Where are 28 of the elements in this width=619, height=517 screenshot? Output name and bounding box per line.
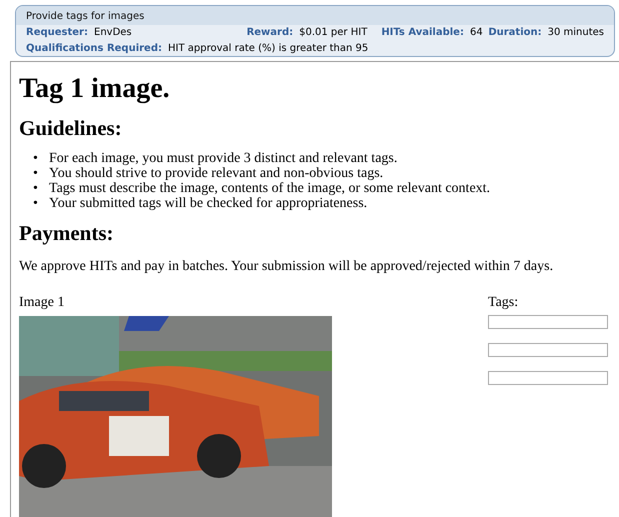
image-caption: Image 1 xyxy=(19,294,66,311)
payments-text: We approve HITs and pay in batches. Your submission will be approved/rejected within 7 days. xyxy=(19,258,554,276)
guideline-item: For each image, you must provide 3 distinct and relevant tags. xyxy=(49,150,398,166)
guideline-item: Your submitted tags will be checked for appropriateness. xyxy=(49,196,368,211)
section-heading: Guidelines: xyxy=(19,116,123,141)
field-value: 30 minutes xyxy=(548,27,604,38)
page-heading: Tag 1 image. xyxy=(19,72,171,106)
field-label: Reward: xyxy=(246,27,294,38)
field-value: $0.01 per HIT xyxy=(299,27,368,38)
bullet: • xyxy=(33,180,39,196)
tag-input-field[interactable] xyxy=(488,370,608,385)
field-label: Qualifications Required: xyxy=(26,43,162,54)
tag-input-field[interactable] xyxy=(488,342,608,357)
field-value: 64 xyxy=(470,27,483,38)
guideline-item: You should strive to provide relevant and non-obvious tags. xyxy=(49,166,384,181)
tag-input-field[interactable] xyxy=(488,314,608,329)
field-label: Duration: xyxy=(488,27,542,38)
field-value: EnvDes xyxy=(94,27,132,38)
bullet: • xyxy=(33,196,39,211)
bullet: • xyxy=(33,166,39,181)
field-value: HIT approval rate (%) is greater than 95 xyxy=(168,43,368,54)
bullet: • xyxy=(33,150,39,166)
field-label: HITs Available: xyxy=(381,27,464,38)
hit-title: Provide tags for images xyxy=(16,6,614,25)
guideline-item: Tags must describe the image, contents of the image, or some relevant context. xyxy=(49,180,490,196)
tags-label: Tags: xyxy=(488,294,520,311)
field-label: Requester: xyxy=(26,27,88,38)
section-heading: Payments: xyxy=(19,220,114,246)
